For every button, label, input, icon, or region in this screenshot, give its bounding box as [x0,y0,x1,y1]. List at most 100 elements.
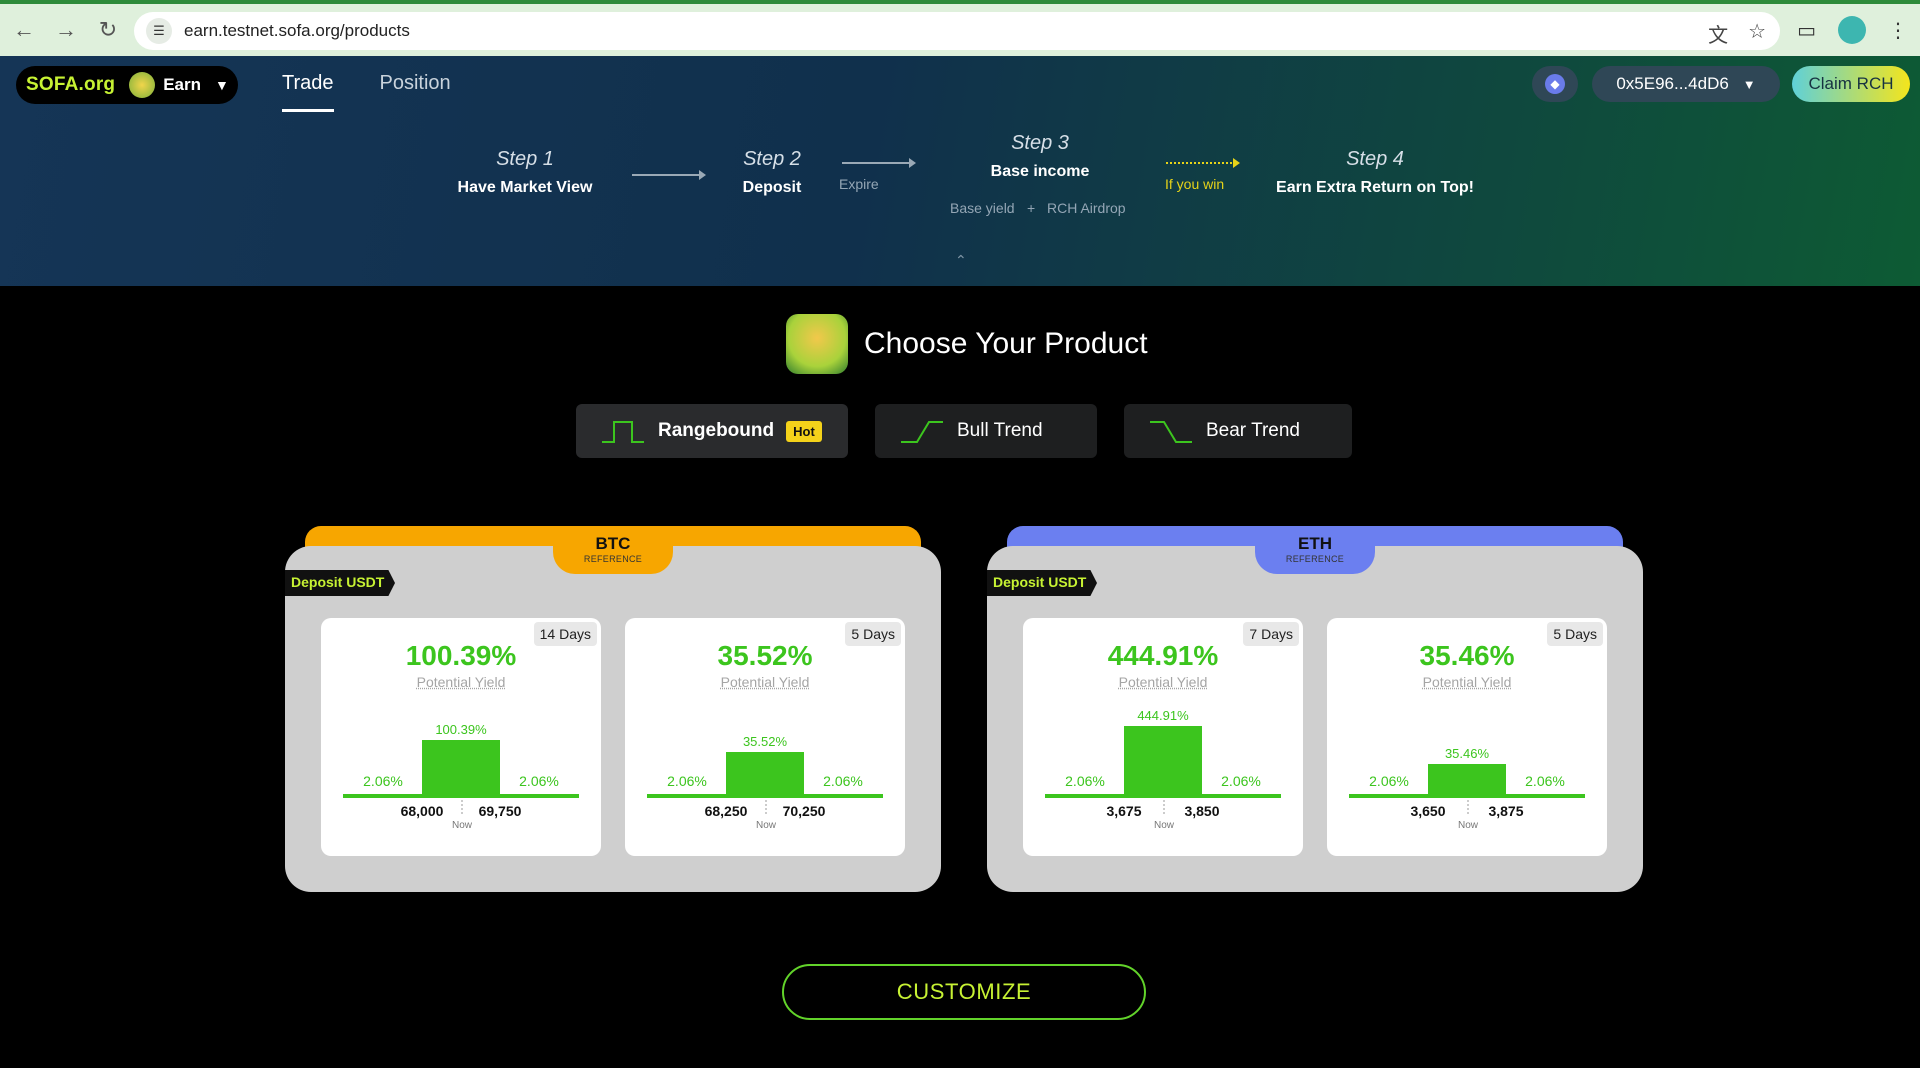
step-1-subtitle: Have Market View [457,179,593,196]
arrow-icon [632,170,706,180]
step-4-subtitle: Earn Extra Return on Top! [1276,179,1474,196]
browser-right-actions: ▭ ⋮ [1797,16,1908,44]
coin-name: BTC [595,534,631,553]
step-1-title: Step 1 [496,148,554,170]
brand-switcher[interactable]: SOFA.org Earn ▼ [16,66,238,104]
payoff-bar [1428,764,1506,798]
site-settings-icon[interactable]: ☰ [146,18,172,44]
payoff-bar [726,752,804,798]
page-title: Choose Your Product [864,327,1148,360]
bar-value-label: 35.46% [1445,746,1490,761]
step-3-subtitle: Base income [990,163,1090,180]
now-label: Now [452,820,473,831]
bar-value-label: 35.52% [743,734,788,749]
menu-icon[interactable]: ⋮ [1888,18,1908,43]
mascot-icon [786,314,848,374]
ethereum-icon: ◆ [1545,74,1565,94]
chevron-down-icon: ▼ [1742,76,1756,92]
extensions-icon[interactable]: ▭ [1797,18,1816,43]
bar-value-label: 100.39% [435,722,487,737]
address-bar[interactable]: ☰ earn.testnet.sofa.org/products 文 ☆ [134,12,1780,50]
step-2-subtitle: Deposit [742,179,802,196]
left-side-yield: 2.06% [363,773,403,789]
profile-icon[interactable] [1838,16,1866,44]
wallet-address: 0x5E96...4dD6 [1616,74,1729,93]
potential-yield-label: Potential Yield [416,674,506,690]
network-button[interactable]: ◆ [1532,66,1578,102]
range-high: 3,875 [1488,803,1523,819]
right-side-yield: 2.06% [519,773,559,789]
section-heading: Choose Your Product [786,314,1148,374]
tab-position[interactable]: Position [380,72,451,112]
payoff-chart: 35.52% 2.06% 2.06% 68,250 70,250 Now [647,734,883,831]
back-icon[interactable]: ← [8,14,40,46]
wallet-button[interactable]: 0x5E96...4dD6 ▼ [1592,66,1780,102]
potential-yield-value: 444.91% [1107,640,1219,671]
potential-yield-label: Potential Yield [720,674,810,690]
tab-bear-trend[interactable]: Bear Trend [1124,404,1352,458]
potential-yield-value: 100.39% [405,640,517,671]
chevron-down-icon: ▼ [215,77,229,93]
star-icon[interactable]: ☆ [1748,19,1766,48]
coin-name: ETH [1298,534,1332,553]
tab-trade[interactable]: Trade [282,72,334,112]
main-tabs: Trade Position [282,72,451,112]
range-low: 68,250 [705,803,748,819]
potential-yield-value: 35.46% [1419,640,1515,671]
right-side-yield: 2.06% [823,773,863,789]
deposit-tag: Deposit USDT [987,570,1097,596]
step-4-title: Step 4 [1346,148,1404,170]
product-card[interactable]: 14 Days 100.39% Potential Yield 100.39% … [321,618,601,856]
dotted-arrow-icon [1166,158,1240,168]
deposit-tag: Deposit USDT [285,570,395,596]
plus-label: + [1027,200,1036,216]
product-panel-btc: BTC REFERENCE Deposit USDT 14 Days 100.3… [285,526,941,892]
address-bar-actions: 文 ☆ [1708,19,1766,48]
tab-rangebound[interactable]: Rangebound Hot [576,404,848,458]
product-card[interactable]: 7 Days 444.91% Potential Yield 444.91% 2… [1023,618,1303,856]
arrow-icon [842,158,916,168]
potential-yield-label: Potential Yield [1118,674,1208,690]
rangebound-icon [602,421,644,443]
range-low: 3,675 [1106,803,1141,819]
step-2: Step 2 Deposit [712,148,832,197]
forward-icon[interactable]: → [50,14,82,46]
payoff-bar [422,740,500,798]
bar-value-label: 444.91% [1137,708,1189,723]
step-3: Step 3 Base income [960,132,1120,181]
url-text[interactable]: earn.testnet.sofa.org/products [184,21,410,41]
product-card[interactable]: 5 Days 35.46% Potential Yield 35.46% 2.0… [1327,618,1607,856]
expire-label: Expire [839,176,879,192]
product-card[interactable]: 5 Days 35.52% Potential Yield 35.52% 2.0… [625,618,905,856]
claim-rch-button[interactable]: Claim RCH [1792,66,1910,102]
range-high: 70,250 [783,803,826,819]
step-4: Step 4 Earn Extra Return on Top! [1260,148,1490,197]
app-name: Earn [163,75,202,94]
translate-icon[interactable]: 文 [1708,19,1728,48]
now-label: Now [756,820,777,831]
step-3-title: Step 3 [1011,132,1069,154]
customize-button[interactable]: CUSTOMIZE [782,964,1146,1020]
now-label: Now [1458,820,1479,831]
payoff-chart: 100.39% 2.06% 2.06% 68,000 69,750 Now [343,722,579,831]
coin-tab: ETH REFERENCE [1255,532,1375,574]
left-side-yield: 2.06% [1369,773,1409,789]
product-panel-eth: ETH REFERENCE Deposit USDT 7 Days 444.91… [987,526,1643,892]
potential-yield-value: 35.52% [717,640,813,671]
earn-icon [129,72,156,98]
left-side-yield: 2.06% [667,773,707,789]
reload-icon[interactable]: ↻ [92,14,124,46]
step-1: Step 1 Have Market View [440,148,610,197]
reference-label: REFERENCE [583,554,643,564]
payoff-chart: 444.91% 2.06% 2.06% 3,675 3,850 Now [1045,708,1281,831]
tab-bull-trend[interactable]: Bull Trend [875,404,1097,458]
range-low: 68,000 [401,803,444,819]
chevron-up-icon[interactable]: ⌃ [955,252,967,269]
bear-trend-icon [1150,421,1192,443]
now-label: Now [1154,820,1175,831]
rch-airdrop-label: RCH Airdrop [1047,200,1126,216]
browser-toolbar: ← → ↻ ☰ earn.testnet.sofa.org/products 文… [0,0,1920,56]
browser-nav: ← → ↻ [8,14,124,46]
range-low: 3,650 [1410,803,1445,819]
step-2-title: Step 2 [743,148,801,170]
